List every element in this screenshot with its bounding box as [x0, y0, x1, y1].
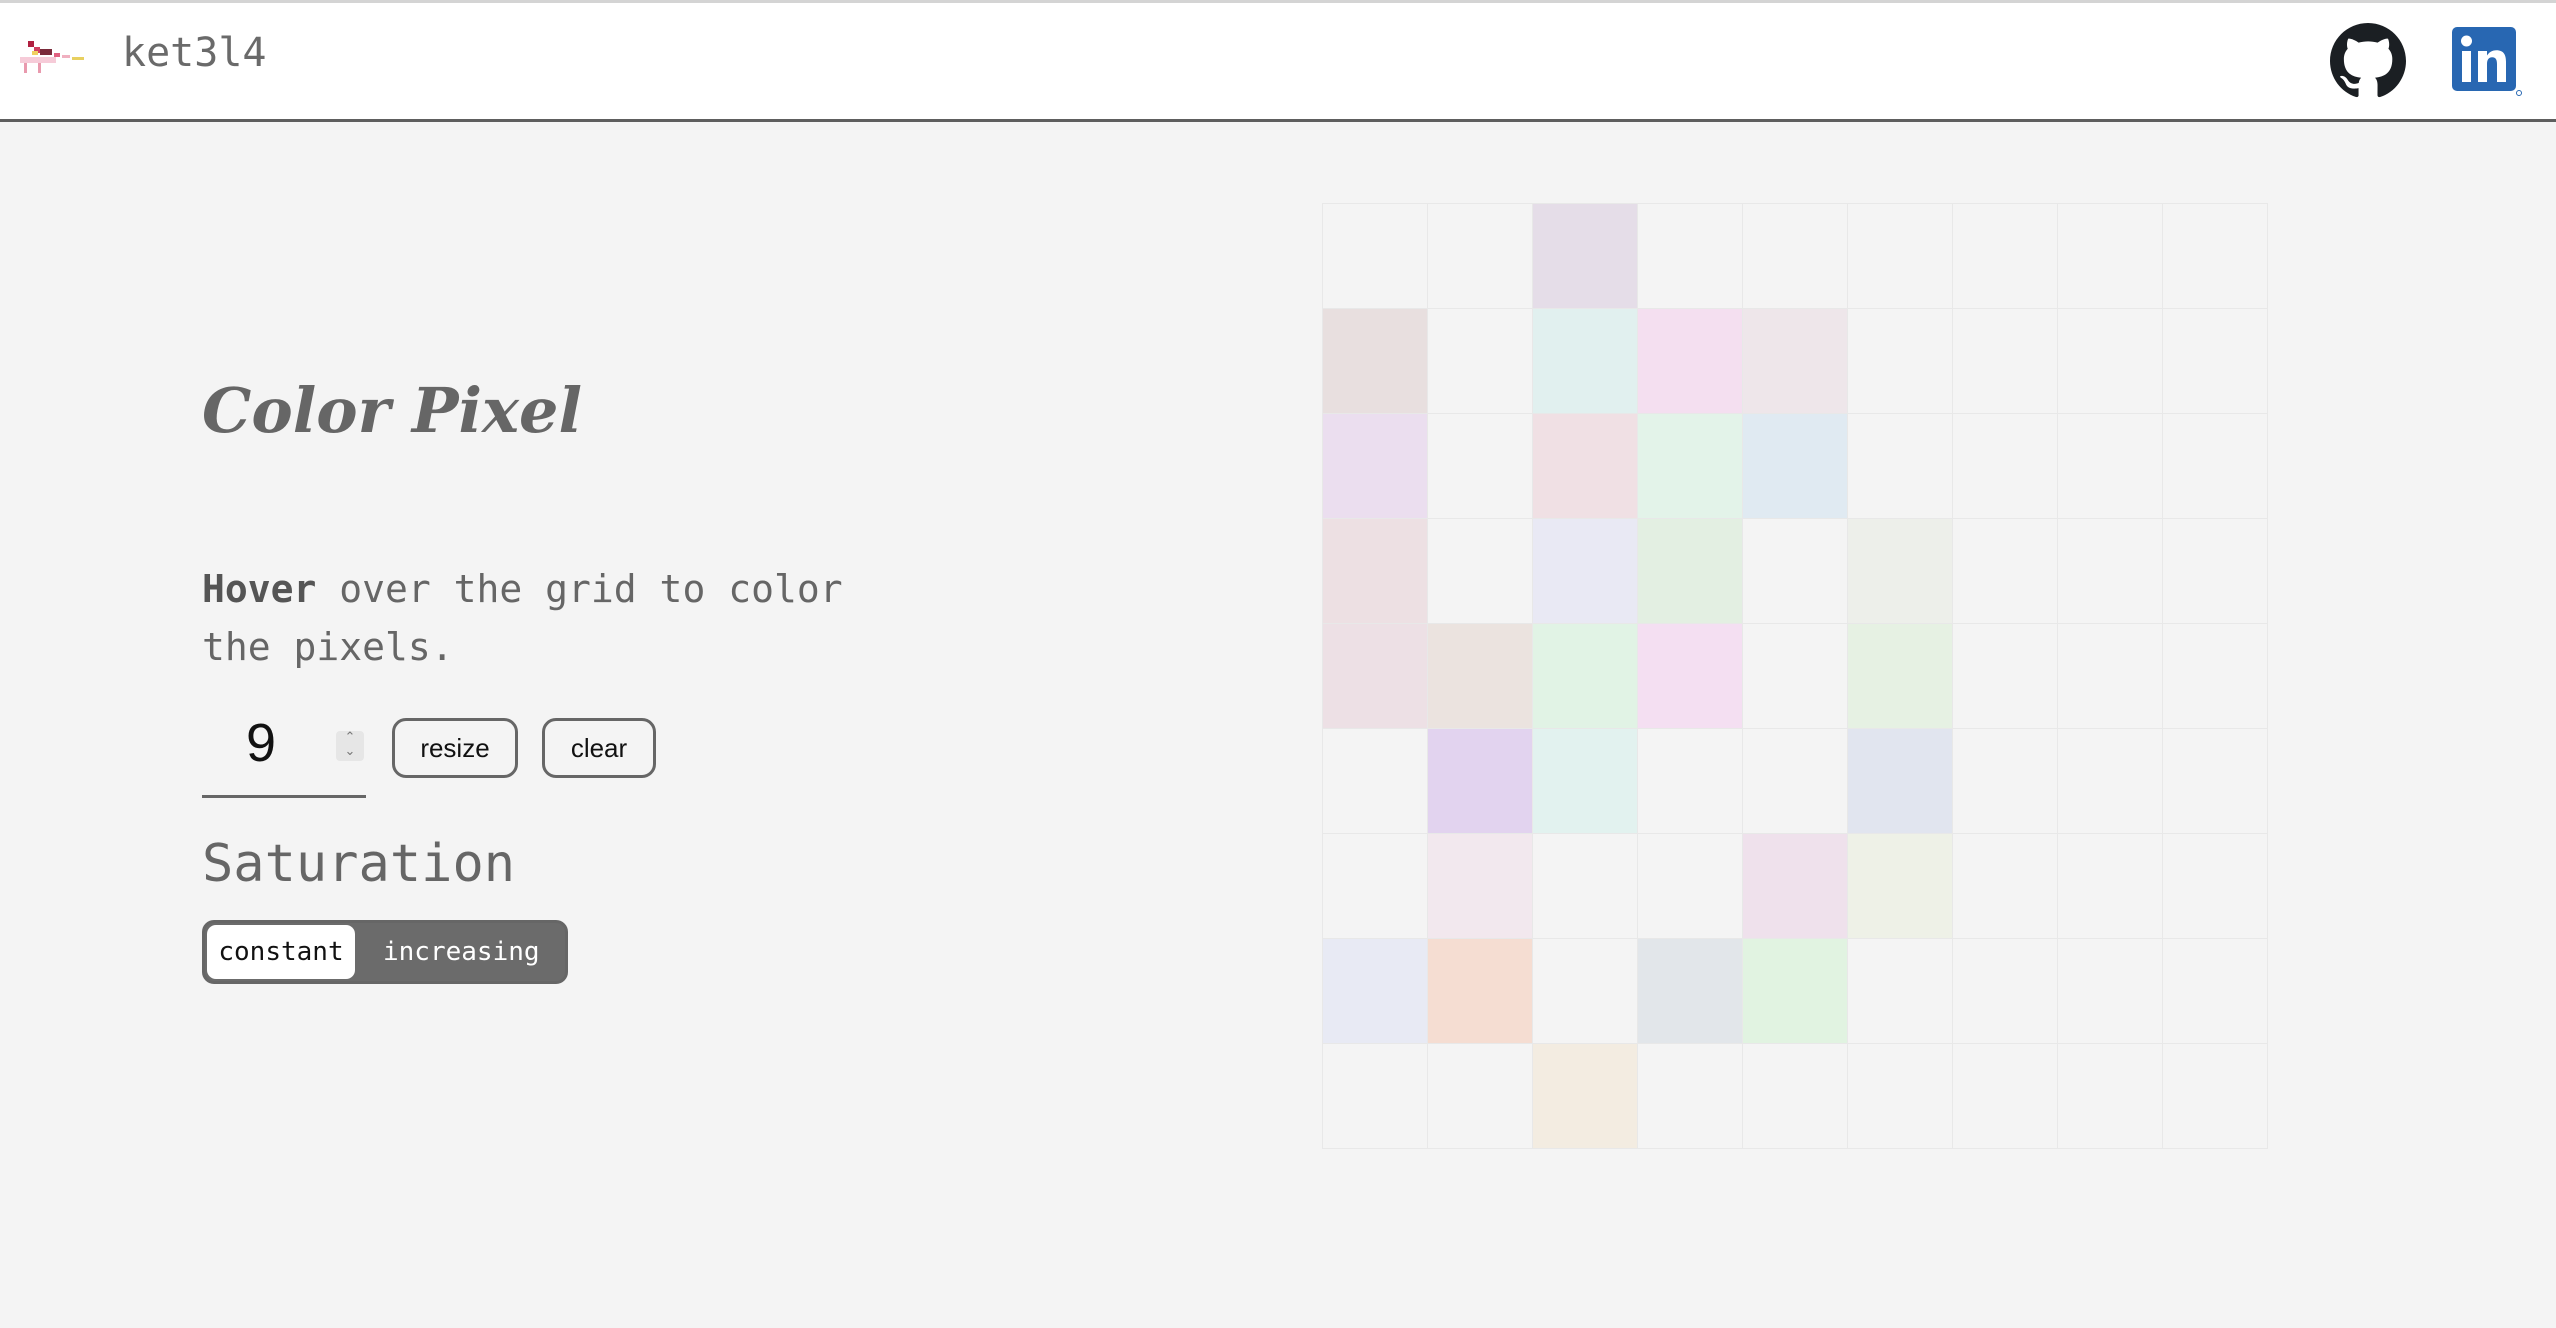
grid-pixel[interactable] [1638, 624, 1743, 729]
grid-pixel[interactable] [1848, 624, 1953, 729]
pixel-art-logo-icon[interactable] [18, 37, 88, 81]
grid-pixel[interactable] [1428, 624, 1533, 729]
grid-pixel[interactable] [1743, 729, 1848, 834]
grid-pixel[interactable] [2163, 1044, 2268, 1149]
grid-pixel[interactable] [1953, 834, 2058, 939]
grid-pixel[interactable] [2058, 1044, 2163, 1149]
saturation-label: Saturation [202, 834, 516, 894]
grid-pixel[interactable] [2058, 834, 2163, 939]
grid-pixel[interactable] [1848, 1044, 1953, 1149]
grid-pixel[interactable] [1323, 204, 1428, 309]
instructions-text: Hover over the grid to color the pixels. [202, 560, 922, 676]
grid-pixel[interactable] [1743, 939, 1848, 1044]
grid-pixel[interactable] [1533, 939, 1638, 1044]
grid-pixel[interactable] [1323, 729, 1428, 834]
grid-pixel[interactable] [1323, 1044, 1428, 1149]
resize-button[interactable]: resize [392, 718, 518, 778]
pixel-grid[interactable] [1322, 203, 2268, 1149]
grid-pixel[interactable] [1638, 729, 1743, 834]
grid-pixel[interactable] [1428, 939, 1533, 1044]
grid-pixel[interactable] [1638, 1044, 1743, 1149]
grid-pixel[interactable] [2058, 624, 2163, 729]
grid-pixel[interactable] [1743, 414, 1848, 519]
top-navbar: ket3l4 [0, 0, 2556, 122]
saturation-toggle[interactable]: constant increasing [202, 920, 568, 984]
grid-pixel[interactable] [1323, 834, 1428, 939]
instructions-bold: Hover [202, 567, 317, 611]
grid-pixel[interactable] [2163, 834, 2268, 939]
grid-pixel[interactable] [1848, 939, 1953, 1044]
grid-pixel[interactable] [2163, 309, 2268, 414]
grid-pixel[interactable] [1533, 1044, 1638, 1149]
grid-pixel[interactable] [2163, 414, 2268, 519]
grid-pixel[interactable] [2058, 519, 2163, 624]
grid-pixel[interactable] [2058, 939, 2163, 1044]
grid-pixel[interactable] [2163, 729, 2268, 834]
clear-button[interactable]: clear [542, 718, 656, 778]
grid-pixel[interactable] [1743, 1044, 1848, 1149]
page-title: Color Pixel [202, 374, 582, 447]
grid-pixel[interactable] [1533, 309, 1638, 414]
grid-pixel[interactable] [1323, 624, 1428, 729]
grid-pixel[interactable] [1323, 414, 1428, 519]
grid-pixel[interactable] [1848, 834, 1953, 939]
grid-pixel[interactable] [1743, 309, 1848, 414]
grid-pixel[interactable] [1533, 519, 1638, 624]
grid-pixel[interactable] [1428, 834, 1533, 939]
linkedin-icon[interactable] [2452, 27, 2522, 97]
grid-pixel[interactable] [1953, 204, 2058, 309]
grid-pixel[interactable] [1743, 519, 1848, 624]
grid-size-input[interactable]: 9 ⌃ ⌄ [202, 710, 366, 798]
number-spinner-icon[interactable]: ⌃ ⌄ [336, 731, 364, 761]
grid-pixel[interactable] [1533, 624, 1638, 729]
grid-pixel[interactable] [1953, 309, 2058, 414]
grid-pixel[interactable] [2163, 624, 2268, 729]
brand-name[interactable]: ket3l4 [122, 33, 267, 73]
grid-pixel[interactable] [2163, 519, 2268, 624]
grid-pixel[interactable] [1428, 309, 1533, 414]
grid-pixel[interactable] [1323, 519, 1428, 624]
grid-pixel[interactable] [1428, 204, 1533, 309]
github-icon[interactable] [2330, 23, 2406, 99]
grid-pixel[interactable] [1533, 834, 1638, 939]
grid-pixel[interactable] [1848, 519, 1953, 624]
grid-size-value[interactable]: 9 [246, 716, 276, 770]
grid-pixel[interactable] [1848, 729, 1953, 834]
grid-pixel[interactable] [2058, 729, 2163, 834]
saturation-option-constant[interactable]: constant [207, 925, 355, 979]
grid-pixel[interactable] [1953, 414, 2058, 519]
grid-pixel[interactable] [1323, 309, 1428, 414]
grid-pixel[interactable] [1533, 204, 1638, 309]
grid-pixel[interactable] [1638, 834, 1743, 939]
grid-pixel[interactable] [2058, 204, 2163, 309]
grid-pixel[interactable] [1638, 204, 1743, 309]
grid-pixel[interactable] [2163, 939, 2268, 1044]
grid-pixel[interactable] [1638, 939, 1743, 1044]
grid-pixel[interactable] [2058, 309, 2163, 414]
grid-pixel[interactable] [1638, 309, 1743, 414]
grid-pixel[interactable] [1848, 309, 1953, 414]
grid-pixel[interactable] [1848, 204, 1953, 309]
grid-pixel[interactable] [1743, 204, 1848, 309]
grid-pixel[interactable] [2163, 204, 2268, 309]
grid-pixel[interactable] [1428, 729, 1533, 834]
grid-pixel[interactable] [1953, 519, 2058, 624]
grid-pixel[interactable] [1848, 414, 1953, 519]
grid-pixel[interactable] [2058, 414, 2163, 519]
grid-pixel[interactable] [1953, 1044, 2058, 1149]
grid-pixel[interactable] [1638, 519, 1743, 624]
grid-pixel[interactable] [1323, 939, 1428, 1044]
grid-pixel[interactable] [1743, 834, 1848, 939]
grid-pixel[interactable] [1953, 624, 2058, 729]
grid-pixel[interactable] [1953, 729, 2058, 834]
grid-pixel[interactable] [1638, 414, 1743, 519]
grid-pixel[interactable] [1428, 414, 1533, 519]
grid-pixel[interactable] [1953, 939, 2058, 1044]
grid-pixel[interactable] [1428, 519, 1533, 624]
saturation-option-increasing[interactable]: increasing [383, 925, 540, 979]
grid-pixel[interactable] [1743, 624, 1848, 729]
grid-pixel[interactable] [1428, 1044, 1533, 1149]
grid-pixel[interactable] [1533, 729, 1638, 834]
grid-pixel[interactable] [1533, 414, 1638, 519]
